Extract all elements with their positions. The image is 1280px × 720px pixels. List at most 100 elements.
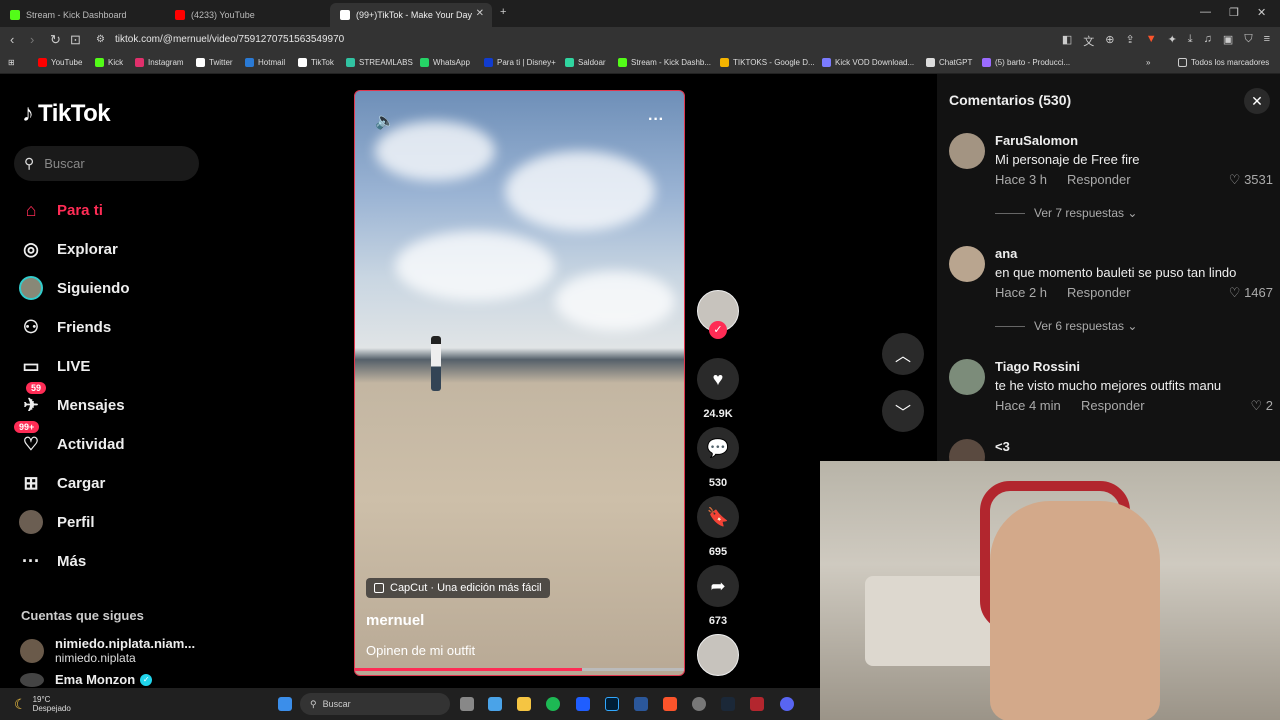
avatar[interactable]: [949, 133, 985, 169]
nav-explorar[interactable]: ◎ Explorar: [18, 236, 118, 262]
view-replies-button[interactable]: Ver 6 respuestas ⌄: [995, 319, 1137, 333]
music-icon[interactable]: ♫: [1204, 33, 1212, 49]
following-item[interactable]: nimiedo.niplata.niam... nimiedo.niplata: [20, 636, 195, 665]
video-player[interactable]: 🔈 ··· CapCut · Una edición más fácil mer…: [354, 90, 685, 676]
zoom-icon[interactable]: ⊕: [1105, 33, 1114, 49]
wallet-icon[interactable]: ▣: [1223, 33, 1233, 49]
back-icon[interactable]: ‹: [10, 32, 14, 47]
volume-icon[interactable]: 🔈: [375, 111, 395, 131]
minimize-button[interactable]: —: [1200, 6, 1211, 18]
nav-friends[interactable]: ⚇ Friends: [18, 314, 111, 340]
share-button[interactable]: ➦ 673: [697, 565, 739, 627]
close-tab-icon[interactable]: ✕: [476, 8, 484, 19]
spotify-icon[interactable]: [546, 697, 560, 711]
comment-user[interactable]: Tiago Rossini: [995, 359, 1080, 374]
comment-like-button[interactable]: ♡ 3531: [1229, 172, 1273, 188]
like-button[interactable]: ♥ 24.9K: [697, 358, 739, 420]
brave-icon[interactable]: [663, 697, 677, 711]
tab-tiktok[interactable]: (99+)TikTok - Make Your Day ✕: [330, 3, 492, 27]
avatar[interactable]: [949, 246, 985, 282]
maximize-button[interactable]: ❐: [1229, 6, 1239, 19]
video-author[interactable]: mernuel: [366, 612, 424, 629]
site-info-icon[interactable]: ⚙: [96, 34, 105, 45]
comment-user[interactable]: ana: [995, 246, 1017, 261]
photoshop-icon[interactable]: [605, 697, 619, 711]
app-icon[interactable]: [750, 697, 764, 711]
comment-user[interactable]: FaruSalomon: [995, 133, 1078, 148]
windows-start-icon[interactable]: [278, 697, 292, 711]
nav-cargar[interactable]: ⊞ Cargar: [18, 470, 105, 496]
close-window-button[interactable]: ✕: [1257, 6, 1266, 19]
discord-icon[interactable]: [780, 697, 794, 711]
obs-icon[interactable]: [692, 697, 706, 711]
bookmark-streamlabs[interactable]: STREAMLABS: [346, 58, 413, 67]
bookmark-icon[interactable]: ⊡: [70, 32, 81, 48]
word-icon[interactable]: [634, 697, 648, 711]
video-progress[interactable]: [355, 668, 684, 671]
menu-icon[interactable]: ≡: [1264, 33, 1270, 49]
steam-icon[interactable]: [721, 697, 735, 711]
nav-para-ti[interactable]: ⌂ Para ti: [18, 197, 103, 223]
reload-icon[interactable]: ↻: [50, 32, 61, 48]
bookmark-twitter[interactable]: Twitter: [196, 58, 233, 67]
tab-kick[interactable]: Stream - Kick Dashboard: [0, 3, 165, 27]
apps-icon[interactable]: ⊞: [8, 58, 15, 67]
comment-like-button[interactable]: ♡ 1467: [1229, 285, 1273, 301]
url-field[interactable]: tiktok.com/@mernuel/video/75912707515635…: [115, 34, 344, 45]
task-view-icon[interactable]: [460, 697, 474, 711]
extension-icon[interactable]: ◧: [1062, 33, 1072, 49]
view-replies-button[interactable]: Ver 7 respuestas ⌄: [995, 206, 1137, 220]
avatar[interactable]: [949, 359, 985, 395]
vegas-icon[interactable]: [576, 697, 590, 711]
comment-like-button[interactable]: ♡ 2: [1250, 398, 1273, 414]
tab-youtube[interactable]: (4233) YouTube: [165, 3, 330, 27]
vpn-icon[interactable]: ⛉: [1244, 33, 1252, 49]
forward-icon[interactable]: ›: [30, 32, 34, 47]
bookmark-kick[interactable]: Kick: [95, 58, 123, 67]
tiktok-logo[interactable]: ♪ TikTok: [22, 100, 111, 128]
reply-button[interactable]: Responder: [1067, 172, 1131, 187]
bookmark-instagram[interactable]: Instagram: [135, 58, 184, 67]
bookmark-chatgpt[interactable]: ChatGPT: [926, 58, 972, 67]
widgets-icon[interactable]: [488, 697, 502, 711]
nav-perfil[interactable]: Perfil: [18, 509, 95, 535]
bookmark-whatsapp[interactable]: WhatsApp: [420, 58, 470, 67]
bookmark-saldoar[interactable]: Saldoar: [565, 58, 606, 67]
comment-user[interactable]: <3: [995, 439, 1010, 454]
capcut-tag[interactable]: CapCut · Una edición más fácil: [366, 578, 550, 598]
video-options-icon[interactable]: ···: [648, 111, 664, 129]
bookmark-tiktoks-drive[interactable]: TIKTOKS - Google D...: [720, 58, 815, 67]
bookmark-barto[interactable]: (5) barto - Producci...: [982, 58, 1070, 67]
puzzle-icon[interactable]: ✦: [1168, 33, 1177, 49]
bookmark-youtube[interactable]: YouTube: [38, 58, 82, 67]
reply-button[interactable]: Responder: [1067, 285, 1131, 300]
close-comments-button[interactable]: ✕: [1244, 88, 1270, 114]
nav-mas[interactable]: ··· Más: [18, 548, 86, 574]
new-tab-button[interactable]: +: [500, 6, 506, 18]
bookmark-all[interactable]: Todos los marcadores: [1178, 58, 1269, 67]
more-bookmarks-icon[interactable]: »: [1146, 58, 1150, 67]
weather-widget[interactable]: ☾ 19°C Despejado: [14, 695, 71, 713]
search-input[interactable]: ⚲ Buscar: [14, 146, 199, 181]
brave-shield-icon[interactable]: ▼: [1146, 33, 1157, 49]
bookmark-kick-dashboard[interactable]: Stream - Kick Dashb...: [618, 58, 711, 67]
nav-mensajes[interactable]: ✈ 59 Mensajes: [18, 382, 125, 418]
bookmark-disney[interactable]: Para ti | Disney+: [484, 58, 556, 67]
taskbar-search[interactable]: ⚲ Buscar: [300, 693, 450, 715]
file-explorer-icon[interactable]: [517, 697, 531, 711]
download-icon[interactable]: ⤓: [1188, 33, 1193, 49]
nav-actividad[interactable]: ♡ 99+ Actividad: [14, 421, 125, 457]
save-button[interactable]: 🔖 695: [697, 496, 739, 558]
following-item[interactable]: Ema Monzon ✓: [20, 672, 153, 687]
next-video-button[interactable]: ﹀: [882, 390, 924, 432]
bookmark-tiktok[interactable]: TikTok: [298, 58, 334, 67]
comment-button[interactable]: 💬 530: [697, 427, 739, 489]
reply-button[interactable]: Responder: [1081, 398, 1145, 413]
translate-icon[interactable]: 文: [1083, 33, 1094, 49]
previous-video-button[interactable]: ︿: [882, 333, 924, 375]
bookmark-hotmail[interactable]: Hotmail: [245, 58, 285, 67]
next-author-avatar[interactable]: [697, 634, 739, 676]
nav-live[interactable]: ▭ LIVE: [18, 353, 90, 379]
follow-icon[interactable]: ✓: [709, 321, 727, 339]
bookmark-kick-vod[interactable]: Kick VOD Download...: [822, 58, 914, 67]
